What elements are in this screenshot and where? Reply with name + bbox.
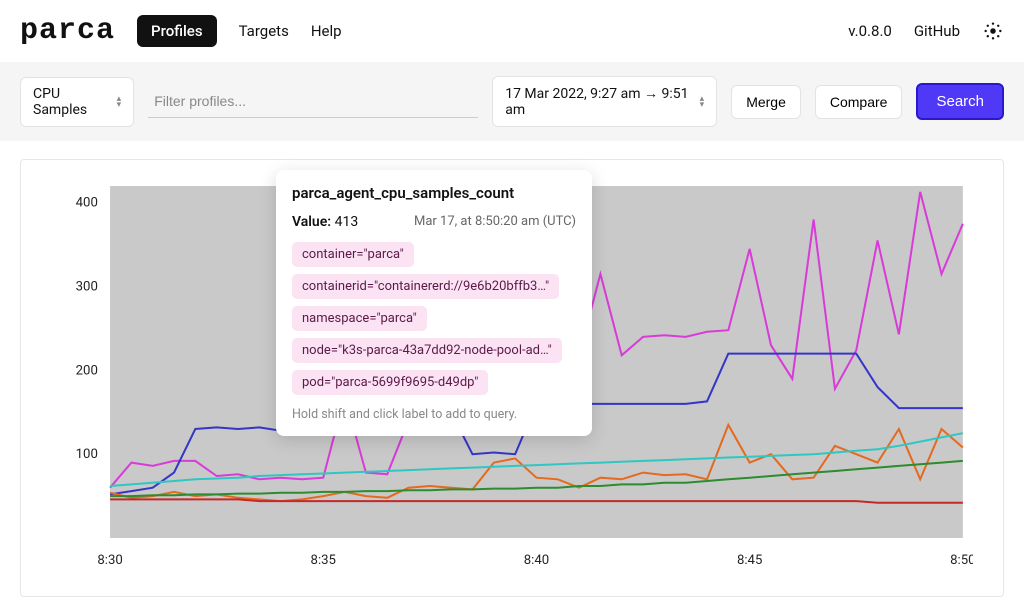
- nav-help[interactable]: Help: [311, 22, 342, 40]
- label-tag[interactable]: namespace="parca": [292, 306, 427, 331]
- tooltip-value-label: Value:: [292, 214, 331, 230]
- merge-button[interactable]: Merge: [731, 85, 801, 119]
- brand-logo: parca: [20, 14, 115, 48]
- profile-type-value: CPU Samples: [33, 86, 109, 118]
- svg-text:200: 200: [76, 363, 98, 378]
- chart-tooltip: parca_agent_cpu_samples_count Value: 413…: [276, 170, 592, 436]
- tooltip-tags: container="parca" containerid="containere…: [292, 242, 576, 395]
- date-range-value: 17 Mar 2022, 9:27 am → 9:51 am: [505, 85, 691, 118]
- filter-profiles-input[interactable]: [148, 85, 478, 118]
- svg-text:8:40: 8:40: [524, 553, 549, 568]
- label-tag[interactable]: node="k3s-parca-43a7dd92-node-pool-ad…": [292, 338, 562, 363]
- github-link[interactable]: GitHub: [914, 22, 960, 40]
- compare-button[interactable]: Compare: [815, 85, 903, 119]
- tooltip-hint: Hold shift and click label to add to que…: [292, 407, 576, 422]
- svg-text:8:50: 8:50: [950, 553, 973, 568]
- chart-card: 100 200 300 400 8:30 8:35 8:40 8:45 8:50 parca_a…: [20, 159, 1004, 597]
- date-range-select[interactable]: 17 Mar 2022, 9:27 am → 9:51 am ▴▾: [492, 76, 717, 127]
- nav-profiles[interactable]: Profiles: [137, 15, 217, 47]
- svg-text:8:30: 8:30: [97, 553, 122, 568]
- chart-container: 100 200 300 400 8:30 8:35 8:40 8:45 8:50 parca_a…: [0, 141, 1024, 615]
- topbar: parca Profiles Targets Help v.0.8.0 GitH…: [0, 0, 1024, 62]
- query-toolbar: CPU Samples ▴▾ 17 Mar 2022, 9:27 am → 9:…: [0, 62, 1024, 141]
- svg-text:300: 300: [76, 280, 98, 295]
- chart-area[interactable]: 100 200 300 400 8:30 8:35 8:40 8:45 8:50 parca_a…: [39, 178, 973, 578]
- label-tag[interactable]: containerid="containererd://9e6b20bffb3……: [292, 274, 559, 299]
- label-tag[interactable]: container="parca": [292, 242, 414, 267]
- chevron-updown-icon: ▴▾: [700, 96, 705, 108]
- search-button[interactable]: Search: [916, 83, 1004, 120]
- theme-toggle-icon[interactable]: [982, 20, 1004, 42]
- tooltip-timestamp: Mar 17, at 8:50:20 am (UTC): [414, 214, 576, 230]
- svg-text:8:35: 8:35: [311, 553, 336, 568]
- svg-text:100: 100: [76, 447, 98, 462]
- svg-text:400: 400: [76, 196, 98, 211]
- profile-type-select[interactable]: CPU Samples ▴▾: [20, 77, 134, 127]
- tooltip-title: parca_agent_cpu_samples_count: [292, 184, 576, 202]
- svg-text:8:45: 8:45: [737, 553, 762, 568]
- nav-targets[interactable]: Targets: [239, 22, 289, 40]
- topbar-right: v.0.8.0 GitHub: [848, 20, 1004, 42]
- version-label: v.0.8.0: [848, 22, 892, 40]
- label-tag[interactable]: pod="parca-5699f9695-d49dp": [292, 370, 488, 395]
- tooltip-value: 413: [335, 214, 359, 230]
- chevron-updown-icon: ▴▾: [117, 96, 122, 108]
